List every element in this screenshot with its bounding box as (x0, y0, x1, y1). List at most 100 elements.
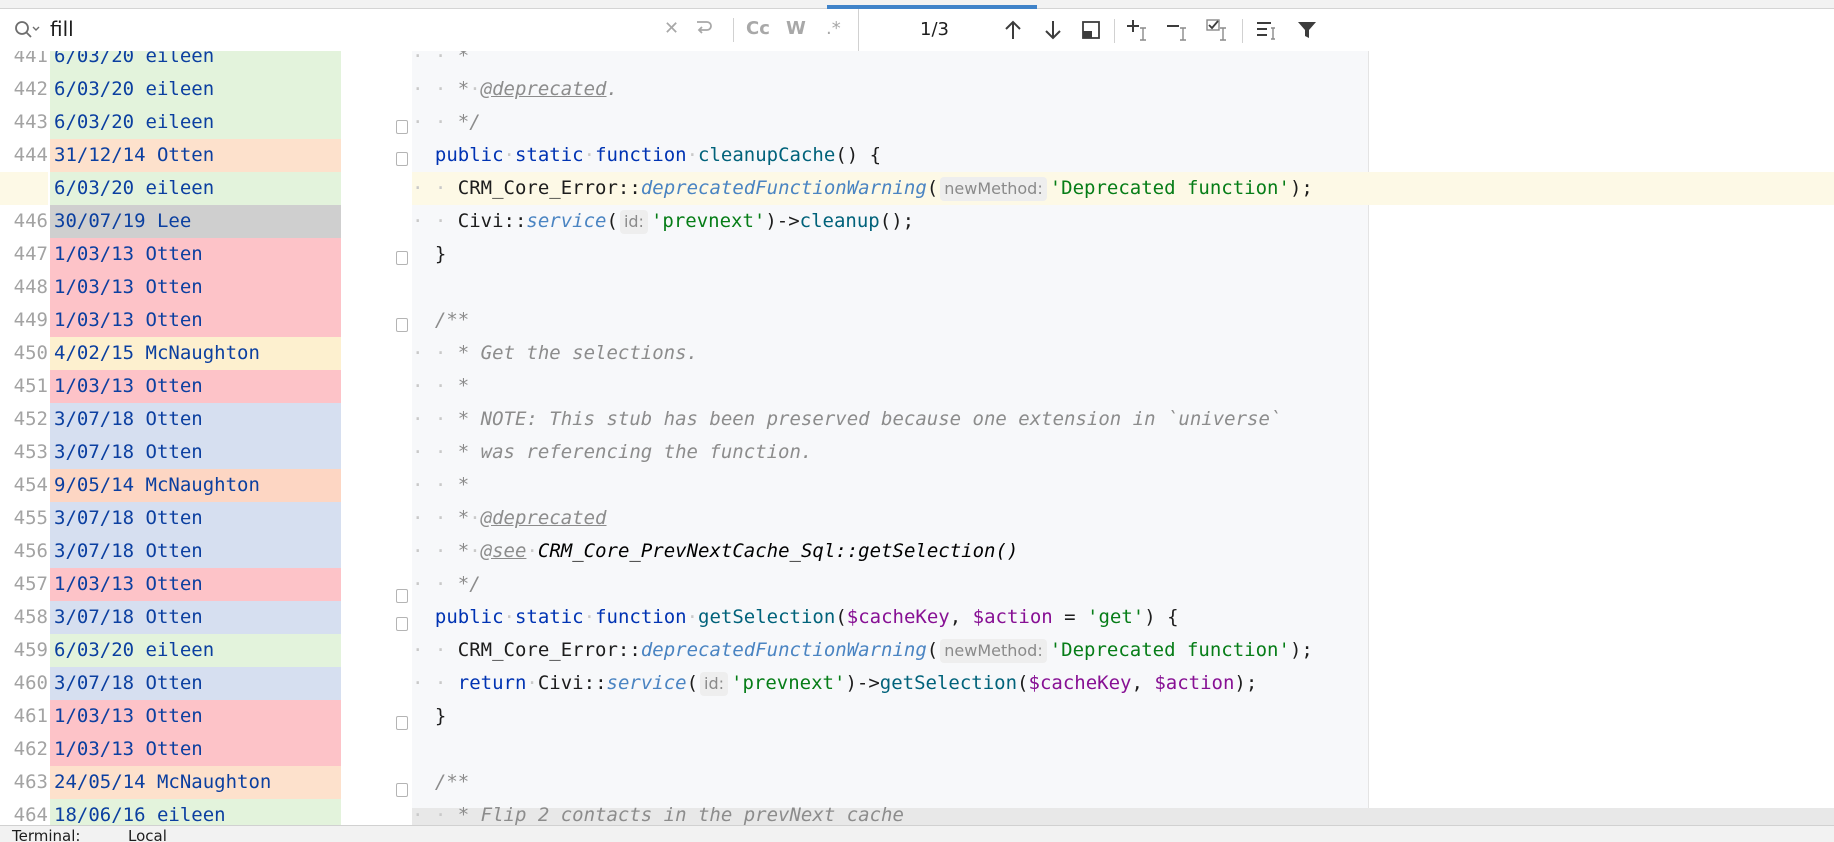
blame-annotation[interactable]: 1/03/13 Otten (50, 271, 341, 304)
blame-row[interactable]: 455 3/07/18 Otten (0, 502, 345, 535)
blame-row[interactable]: 450 4/02/15 McNaughton (0, 337, 345, 370)
blame-annotation[interactable]: 6/03/20 eileen (50, 51, 341, 73)
fold-end-icon[interactable] (396, 120, 408, 134)
line-number: 460 (0, 667, 48, 700)
fold-start-icon[interactable] (396, 318, 408, 332)
blame-row[interactable]: 454 9/05/14 McNaughton (0, 469, 345, 502)
blame-annotation[interactable]: 6/03/20 eileen (50, 106, 341, 139)
multiline-icon[interactable] (1254, 17, 1280, 43)
blame-annotation[interactable]: 6/03/20 eileen (50, 634, 341, 667)
code-line-461[interactable]: } (412, 700, 1834, 733)
blame-row[interactable]: 443 6/03/20 eileen (0, 106, 345, 139)
blame-row[interactable]: 452 3/07/18 Otten (0, 403, 345, 436)
add-selection-icon[interactable] (1126, 17, 1152, 43)
blame-date: 1/03/13 (54, 375, 135, 397)
code-line-442[interactable]: · · *·@deprecated. (412, 73, 1834, 106)
blame-date: 1/03/13 (54, 243, 135, 265)
blame-annotation[interactable]: 3/07/18 Otten (50, 403, 341, 436)
blame-row[interactable]: 442 6/03/20 eileen (0, 73, 345, 106)
blame-annotation[interactable]: 1/03/13 Otten (50, 733, 341, 766)
select-all-occurrences-icon[interactable] (1206, 17, 1232, 43)
blame-annotation[interactable]: 1/03/13 Otten (50, 304, 341, 337)
blame-row[interactable]: 441 6/03/20 eileen (0, 51, 345, 73)
code-line-452[interactable]: · · * NOTE: This stub has been preserved… (412, 403, 1834, 436)
blame-annotation[interactable]: 24/05/14 McNaughton (50, 766, 341, 799)
search-input[interactable]: fill (50, 17, 74, 41)
blame-row[interactable]: 459 6/03/20 eileen (0, 634, 345, 667)
code-line-441[interactable]: · · * (412, 51, 1834, 73)
next-occurrence-icon[interactable] (1040, 17, 1066, 43)
code-line-449[interactable]: /** (412, 304, 1834, 337)
blame-row[interactable]: 447 1/03/13 Otten (0, 238, 345, 271)
code-line-446[interactable]: · · Civi::service(id:'prevnext')->cleanu… (412, 205, 1834, 238)
clear-icon[interactable]: ✕ (664, 18, 679, 39)
code-line-455[interactable]: · · *·@deprecated (412, 502, 1834, 535)
match-case-toggle[interactable]: Cc (746, 18, 770, 39)
blame-row[interactable]: 448 1/03/13 Otten (0, 271, 345, 304)
blame-annotation[interactable]: 6/03/20 eileen (50, 73, 341, 106)
remove-selection-icon[interactable] (1166, 17, 1192, 43)
code-line-451[interactable]: · · * (412, 370, 1834, 403)
blame-annotation[interactable]: 1/03/13 Otten (50, 700, 341, 733)
fold-end-icon[interactable] (396, 251, 408, 265)
code-line-445[interactable]: · · CRM_Core_Error::deprecatedFunctionWa… (412, 172, 1834, 205)
code-line-463[interactable]: /** (412, 766, 1834, 799)
code-line-460[interactable]: · · return·Civi::service(id:'prevnext')-… (412, 667, 1834, 700)
prev-occurrence-icon[interactable] (1000, 17, 1026, 43)
code-line-444[interactable]: public·static·function·cleanupCache() { (412, 139, 1834, 172)
blame-annotation[interactable]: 4/02/15 McNaughton (50, 337, 341, 370)
line-number: 444 (0, 139, 48, 172)
blame-row[interactable]: 463 24/05/14 McNaughton (0, 766, 345, 799)
blame-annotation[interactable]: 3/07/18 Otten (50, 601, 341, 634)
search-icon[interactable] (14, 20, 40, 44)
blame-annotation[interactable]: 1/03/13 Otten (50, 568, 341, 601)
blame-date: 1/03/13 (54, 309, 135, 331)
blame-row[interactable]: 449 1/03/13 Otten (0, 304, 345, 337)
blame-annotation[interactable]: 30/07/19 Lee (50, 205, 341, 238)
code-line-464[interactable]: · · * Flip 2 contacts in the prevNext ca… (412, 799, 1834, 825)
regex-toggle[interactable]: .* (826, 18, 841, 39)
code-line-450[interactable]: · · * Get the selections. (412, 337, 1834, 370)
code-line-443[interactable]: · · */ (412, 106, 1834, 139)
terminal-label[interactable]: Terminal: (12, 827, 80, 842)
code-line-453[interactable]: · · * was referencing the function. (412, 436, 1834, 469)
blame-author: Otten (145, 408, 203, 430)
blame-row[interactable]: 457 1/03/13 Otten (0, 568, 345, 601)
fold-start-icon[interactable] (396, 783, 408, 797)
blame-row[interactable]: 462 1/03/13 Otten (0, 733, 345, 766)
fold-start-icon[interactable] (396, 152, 408, 166)
blame-row[interactable]: 464 18/06/16 eileen (0, 799, 345, 825)
blame-annotation[interactable]: 9/05/14 McNaughton (50, 469, 341, 502)
code-line-456[interactable]: · · *·@see·CRM_Core_PrevNextCache_Sql::g… (412, 535, 1834, 568)
blame-row[interactable]: 451 1/03/13 Otten (0, 370, 345, 403)
open-in-window-icon[interactable] (1078, 17, 1104, 43)
blame-annotation[interactable]: 3/07/18 Otten (50, 502, 341, 535)
blame-row[interactable]: 458 3/07/18 Otten (0, 601, 345, 634)
filter-icon[interactable] (1294, 17, 1320, 43)
blame-annotation[interactable]: 1/03/13 Otten (50, 238, 341, 271)
blame-row[interactable]: 453 3/07/18 Otten (0, 436, 345, 469)
blame-annotation[interactable]: 3/07/18 Otten (50, 436, 341, 469)
blame-row[interactable]: 456 3/07/18 Otten (0, 535, 345, 568)
blame-row[interactable]: 460 3/07/18 Otten (0, 667, 345, 700)
newline-icon[interactable] (694, 16, 714, 43)
words-toggle[interactable]: W (786, 18, 806, 39)
blame-row[interactable]: 461 1/03/13 Otten (0, 700, 345, 733)
code-line-447[interactable]: } (412, 238, 1834, 271)
code-line-458[interactable]: public·static·function·getSelection($cac… (412, 601, 1834, 634)
blame-annotation[interactable]: 3/07/18 Otten (50, 535, 341, 568)
code-line-457[interactable]: · · */ (412, 568, 1834, 601)
search-field[interactable]: fill ✕ Cc W .* (0, 9, 859, 51)
blame-annotation[interactable]: 31/12/14 Otten (50, 139, 341, 172)
blame-annotation[interactable]: 18/06/16 eileen (50, 799, 341, 825)
blame-annotation[interactable]: 3/07/18 Otten (50, 667, 341, 700)
code-line-454[interactable]: · · * (412, 469, 1834, 502)
fold-start-icon[interactable] (396, 617, 408, 631)
blame-row[interactable]: 444 31/12/14 Otten (0, 139, 345, 172)
terminal-tab-local[interactable]: Local (128, 827, 167, 842)
code-line-459[interactable]: · · CRM_Core_Error::deprecatedFunctionWa… (412, 634, 1834, 667)
fold-end-icon[interactable] (396, 716, 408, 730)
blame-row[interactable]: 446 30/07/19 Lee (0, 205, 345, 238)
blame-annotation[interactable]: 1/03/13 Otten (50, 370, 341, 403)
fold-end-icon[interactable] (396, 589, 408, 603)
